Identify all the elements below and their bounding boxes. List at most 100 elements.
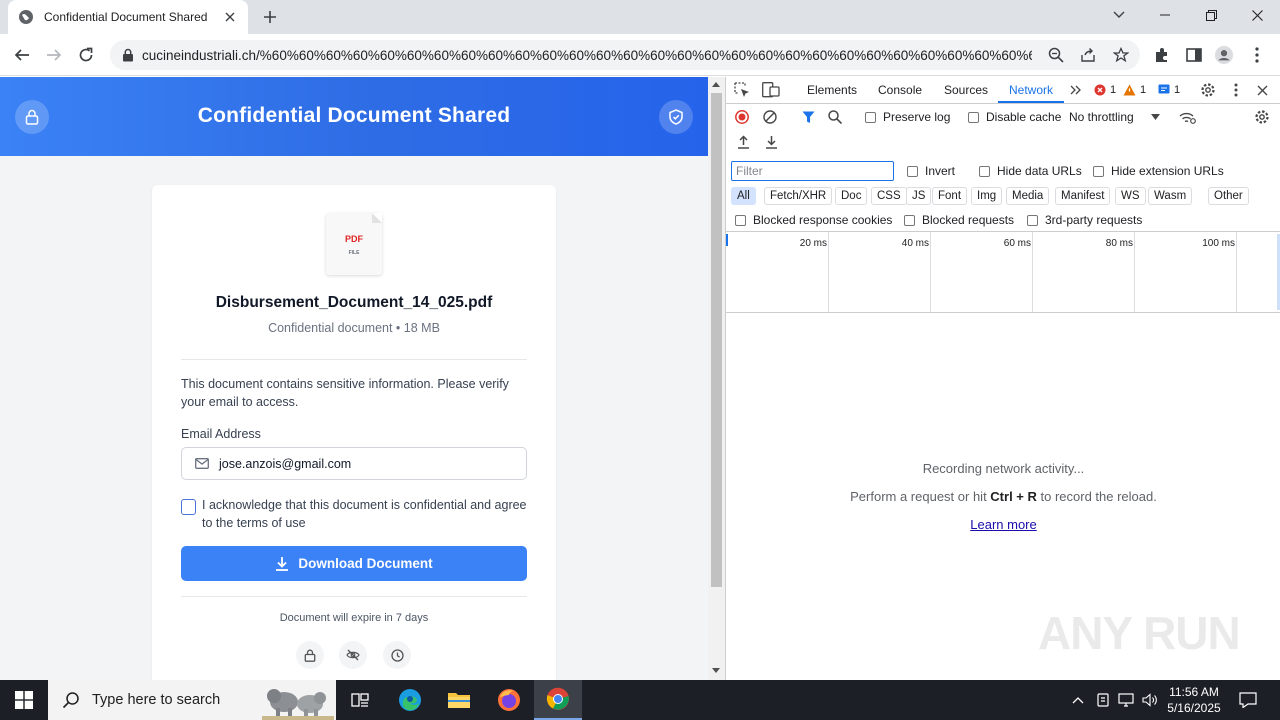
eye-slash-icon [339,641,367,669]
page-header: Confidential Document Shared [0,77,708,156]
profile-avatar-icon[interactable] [1215,46,1233,64]
download-label: Download Document [298,556,433,571]
chip-js[interactable]: JS [906,187,932,205]
message-count[interactable]: 1 [1158,84,1180,96]
customize-dots-icon[interactable] [1231,82,1241,98]
firefox-icon[interactable] [485,680,533,720]
throttling-select[interactable]: No throttling [1069,110,1160,124]
hide-extension-urls-checkbox[interactable]: Hide extension URLs [1093,164,1224,178]
chip-media[interactable]: Media [1006,187,1050,205]
url-text[interactable]: cucineindustriali.ch/%60%60%60%60%60%60%… [142,48,1032,63]
blocked-requests-checkbox[interactable]: Blocked requests [904,213,1014,227]
tab-elements[interactable]: Elements [807,77,857,103]
chip-img[interactable]: Img [971,187,1003,205]
filter-funnel-icon[interactable] [801,110,815,124]
restore-button[interactable] [1188,0,1234,30]
close-window-button[interactable] [1234,0,1280,30]
info-text: This document contains sensitive informa… [181,377,509,409]
acknowledge-checkbox[interactable] [181,499,196,515]
chip-css[interactable]: CSS [871,187,907,205]
browser-tab[interactable]: Confidential Document Shared [8,0,248,34]
close-tab-icon[interactable] [222,9,238,25]
device-toolbar-icon[interactable] [762,82,780,98]
more-tabs-icon[interactable] [1069,83,1083,97]
scroll-up-icon[interactable] [712,82,720,87]
chip-other[interactable]: Other [1208,187,1249,205]
extensions-icon[interactable] [1153,46,1171,64]
chip-all[interactable]: All [731,187,756,205]
tray-chevron-icon[interactable] [1068,680,1088,720]
edge-icon[interactable] [386,680,434,720]
search-icon[interactable] [828,110,842,124]
address-bar[interactable]: cucineindustriali.ch/%60%60%60%60%60%60%… [110,40,1140,70]
error-count[interactable]: 1 [1094,84,1116,96]
preserve-log-checkbox[interactable]: Preserve log [865,110,950,124]
pdf-label: PDF [345,234,363,244]
chip-ws[interactable]: WS [1115,187,1146,205]
network-settings-gear-icon[interactable] [1254,109,1270,125]
tab-network[interactable]: Network [998,77,1065,103]
file-explorer-icon[interactable] [435,680,483,720]
warning-count[interactable]: 1 [1123,84,1146,96]
tab-console[interactable]: Console [878,77,922,103]
title-bar: Confidential Document Shared [0,0,1280,34]
search-placeholder[interactable]: Type here to search [92,692,220,708]
network-tray-icon[interactable] [1116,680,1136,720]
lock-icon [296,641,324,669]
notifications-icon[interactable] [1236,680,1260,720]
email-field[interactable]: jose.anzois@gmail.com [181,447,527,480]
scroll-down-icon[interactable] [712,668,720,673]
filter-input[interactable]: Filter [731,161,894,181]
invert-checkbox[interactable]: Invert [907,164,955,178]
settings-gear-icon[interactable] [1200,82,1216,98]
tab-search-icon[interactable] [1096,0,1142,30]
close-devtools-icon[interactable] [1255,83,1269,97]
volume-tray-icon[interactable] [1140,680,1160,720]
security-tray-icon[interactable] [1093,680,1113,720]
export-har-icon[interactable] [764,135,778,149]
chip-font[interactable]: Font [932,187,968,205]
back-button[interactable] [10,43,34,67]
network-overview[interactable]: 20 ms 40 ms 60 ms 80 ms 100 ms [726,231,1280,313]
network-conditions-icon[interactable] [1178,109,1196,125]
timeline-label: 20 ms [799,238,827,249]
side-panel-icon[interactable] [1185,46,1203,64]
warning-icon [1123,84,1136,96]
record-stop-icon[interactable] [735,110,749,124]
menu-dots-icon[interactable] [1248,46,1266,64]
page-scrollbar[interactable] [708,77,725,680]
hide-data-urls-checkbox[interactable]: Hide data URLs [979,164,1082,178]
start-button[interactable] [0,680,48,720]
disable-cache-checkbox[interactable]: Disable cache [968,110,1061,124]
learn-more-link[interactable]: Learn more [726,517,1280,532]
third-party-checkbox[interactable]: 3rd-party requests [1027,213,1142,227]
new-tab-button[interactable] [260,7,280,27]
tab-sources[interactable]: Sources [944,77,988,103]
acknowledge-text[interactable]: I acknowledge that this document is conf… [202,496,532,532]
minimize-button[interactable] [1142,0,1188,30]
taskbar-search[interactable]: Type here to search [48,680,336,720]
timeline-handle-left[interactable] [726,234,728,246]
bookmark-star-icon[interactable] [1113,47,1129,63]
scrollbar-thumb[interactable] [711,93,722,587]
chip-doc[interactable]: Doc [835,187,868,205]
chrome-icon[interactable] [534,680,582,720]
lock-icon[interactable] [122,48,134,62]
reload-button[interactable] [74,43,98,67]
system-clock[interactable]: 11:56 AM 5/16/2025 [1160,684,1228,716]
share-icon[interactable] [1080,47,1096,63]
chip-fetch-xhr[interactable]: Fetch/XHR [764,187,833,205]
chip-wasm[interactable]: Wasm [1148,187,1193,205]
inspect-element-icon[interactable] [734,82,750,98]
import-har-icon[interactable] [736,135,750,149]
clear-icon[interactable] [763,110,777,124]
chip-manifest[interactable]: Manifest [1055,187,1111,205]
download-button[interactable]: Download Document [181,546,527,581]
zoom-icon[interactable] [1048,47,1064,63]
email-value[interactable]: jose.anzois@gmail.com [219,457,351,471]
blocked-cookies-checkbox[interactable]: Blocked response cookies [735,213,892,227]
pdf-file-icon: PDF FILE [326,213,382,275]
devtools-tabbar: Elements Console Sources Network 1 1 1 [726,77,1280,104]
forward-button[interactable] [42,43,66,67]
task-view-icon[interactable] [336,680,384,720]
